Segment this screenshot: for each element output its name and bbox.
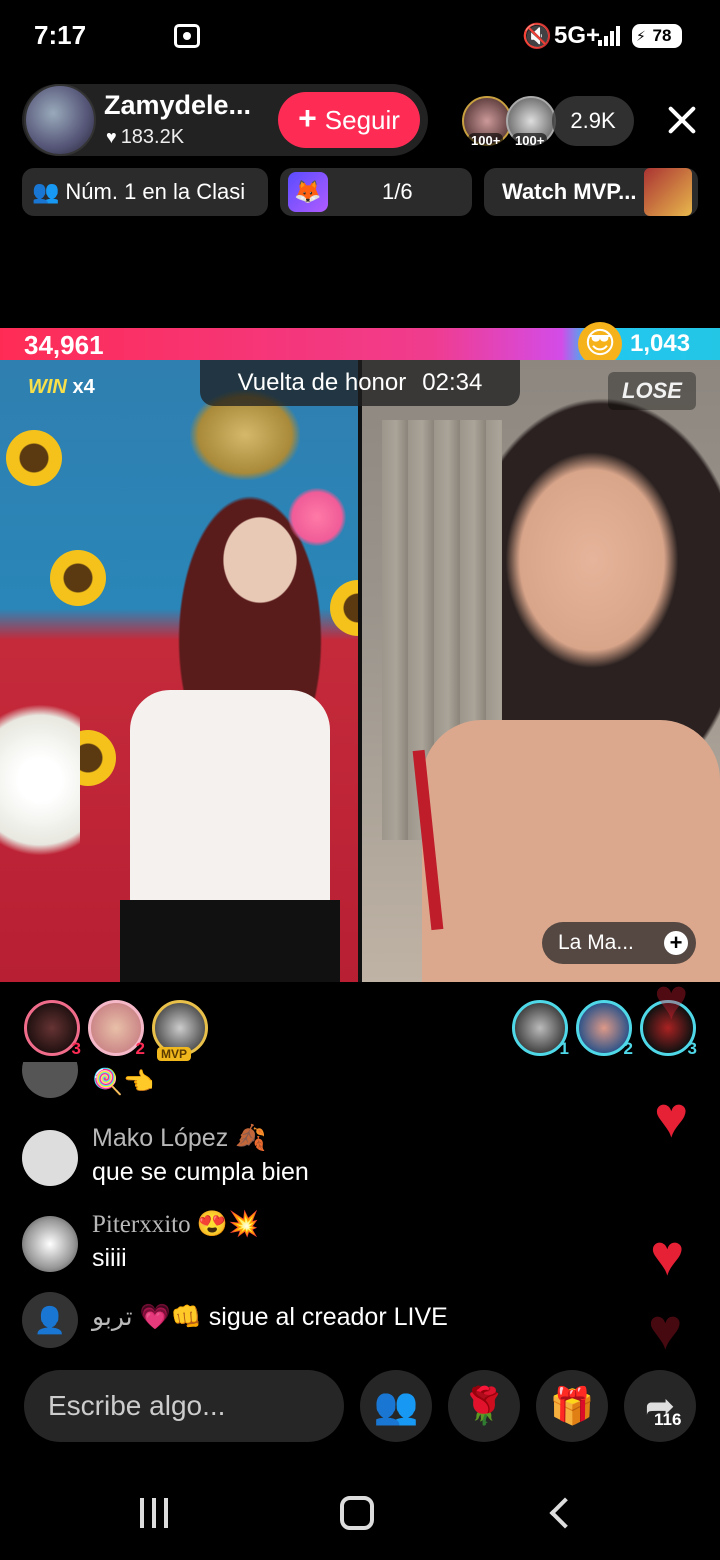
floating-heart-icon: ♥	[654, 1085, 689, 1150]
chat-text: siiii	[92, 1244, 127, 1272]
right-supporter[interactable]: 2	[576, 1000, 633, 1058]
system-text: تربو 💗👊 sigue al creador LIVE	[92, 1302, 448, 1332]
screen-record-icon	[174, 24, 200, 48]
rose-gift-button[interactable]: 🌹	[448, 1370, 520, 1442]
supporter-rank: 2	[135, 1039, 145, 1058]
sunflower	[6, 430, 62, 486]
round-label: Vuelta de honor	[237, 369, 407, 396]
left-supporter[interactable]: 2	[88, 1000, 145, 1058]
follow-button[interactable]: + Seguir	[278, 92, 420, 148]
signal-icon	[598, 26, 622, 46]
game-progress: 1/6	[382, 179, 413, 204]
comment-input[interactable]	[24, 1370, 344, 1442]
network-type: 5G+	[554, 22, 601, 49]
chat-avatar[interactable]	[22, 1216, 78, 1272]
mvp-thumbnail	[644, 168, 692, 216]
host-likes: ♥ 183.2K	[106, 126, 184, 149]
chat-username[interactable]: Piterxxito 😍💥	[92, 1210, 259, 1239]
watch-mvp-pill[interactable]: Watch MVP...	[484, 168, 698, 216]
follow-label: Seguir	[324, 104, 400, 135]
win-streak: x4	[72, 376, 95, 398]
chat-text: 🍭👈	[92, 1068, 155, 1096]
opponent-name: La Ma...	[558, 931, 634, 954]
white-flowers	[0, 680, 80, 880]
opponent-pill[interactable]: La Ma... +	[542, 922, 696, 964]
chat-avatar[interactable]	[22, 1130, 78, 1186]
host-shirt	[130, 690, 330, 920]
ranking-label: Núm. 1 en la Clasi	[65, 179, 246, 204]
top-viewer-avatar[interactable]: 100+	[506, 96, 556, 148]
system-message-text: sigue al creador LIVE	[208, 1303, 448, 1331]
hibiscus-flower	[288, 488, 346, 546]
ranking-pill[interactable]: 👥 Núm. 1 en la Clasi	[22, 168, 268, 216]
lose-label: LOSE	[608, 372, 696, 410]
sunflower	[330, 580, 358, 636]
recent-apps-icon[interactable]	[138, 1498, 172, 1528]
add-icon[interactable]: +	[664, 931, 688, 955]
chat-message[interactable]: 🍭👈	[22, 1062, 422, 1106]
heart-icon: ♥	[106, 127, 117, 147]
opponent-video[interactable]	[362, 360, 720, 982]
right-supporter[interactable]: 1	[512, 1000, 569, 1058]
guest-button[interactable]: 👥	[360, 1370, 432, 1442]
right-score: 1,043	[630, 330, 691, 357]
sunflower	[50, 550, 106, 606]
left-score: 34,961	[24, 330, 104, 360]
host-likes-count: 183.2K	[120, 126, 185, 148]
mvp-badge: MVP	[157, 1047, 192, 1061]
viewer-badge: 100+	[512, 133, 548, 148]
host-skirt	[120, 900, 340, 982]
round-banner: Vuelta de honor 02:34	[200, 360, 520, 406]
viewer-badge: 100+	[468, 133, 504, 148]
system-username: تربو 💗👊	[92, 1303, 202, 1331]
top-viewer-avatar[interactable]: 100+	[462, 96, 512, 148]
follow-user-icon: 👤	[22, 1292, 78, 1348]
chat-avatar[interactable]	[22, 1062, 78, 1098]
home-icon[interactable]	[340, 1496, 374, 1530]
left-supporter[interactable]: 3	[24, 1000, 81, 1058]
share-count: 116	[654, 1410, 682, 1429]
viewer-count[interactable]: 2.9K	[552, 96, 634, 146]
win-text: WIN	[28, 376, 67, 398]
floating-heart-icon: ♥	[654, 967, 689, 1032]
host-avatar[interactable]	[24, 84, 96, 156]
follow-prompt-message[interactable]: 👤 تربو 💗👊 sigue al creador LIVE	[22, 1292, 622, 1348]
round-timer: 02:34	[422, 369, 483, 396]
win-label: WIN x4	[28, 376, 95, 399]
host-video[interactable]	[0, 360, 358, 982]
close-icon[interactable]	[660, 98, 704, 142]
multi-guest-icon: 👥	[373, 1385, 419, 1426]
chat-username[interactable]: Mako López 🍂	[92, 1124, 266, 1153]
battery-icon: 78	[632, 24, 682, 48]
left-supporter[interactable]: MVP	[152, 1000, 208, 1061]
gift-icon: 🎁	[549, 1385, 595, 1426]
chat-message[interactable]: Piterxxito 😍💥 siiii	[22, 1210, 522, 1280]
rose-icon: 🌹	[461, 1385, 507, 1426]
floating-heart-icon: ♥	[650, 1223, 685, 1288]
host-name[interactable]: Zamydele...	[104, 90, 274, 121]
supporter-rank: 3	[71, 1039, 81, 1058]
chat-text: que se cumpla bien	[92, 1158, 309, 1186]
watch-mvp-label: Watch MVP...	[502, 179, 637, 204]
system-nav-bar	[0, 1470, 720, 1560]
chat-message[interactable]: Mako López 🍂 que se cumpla bien	[22, 1124, 522, 1194]
gift-button[interactable]: 🎁	[536, 1370, 608, 1442]
status-bar: 7:17 🔇 5G+ 78	[0, 0, 720, 72]
mute-icon: 🔇	[522, 23, 552, 50]
status-time: 7:17	[34, 20, 87, 50]
people-icon: 👥	[32, 179, 60, 204]
supporter-rank: 2	[623, 1039, 633, 1058]
fox-game-icon: 🦊	[288, 172, 328, 212]
plus-icon: +	[298, 100, 317, 136]
back-icon[interactable]	[546, 1498, 570, 1530]
share-button[interactable]: ➦	[624, 1370, 696, 1442]
supporter-rank: 3	[687, 1039, 697, 1058]
supporter-rank: 1	[559, 1039, 569, 1058]
game-pill[interactable]: 🦊 1/6	[280, 168, 472, 216]
floating-heart-icon: ♥	[648, 1297, 683, 1362]
